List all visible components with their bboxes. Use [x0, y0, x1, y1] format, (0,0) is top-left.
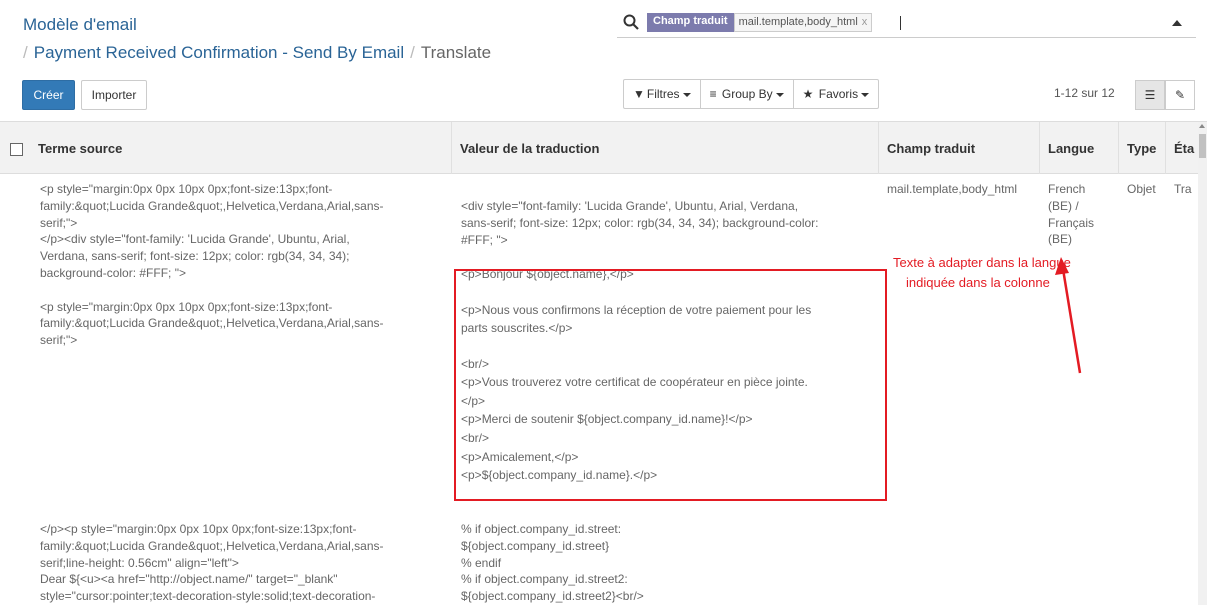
caret-down-icon	[861, 92, 870, 97]
scrollbar-thumb[interactable]	[1199, 134, 1206, 158]
search-options-toggle-icon[interactable]	[1172, 20, 1182, 26]
list-view-button[interactable]: ☰	[1135, 80, 1165, 110]
row1-field[interactable]: mail.template,body_html	[887, 181, 1037, 198]
column-field[interactable]: Champ traduit	[878, 122, 1039, 174]
source-line: serif;">	[40, 215, 78, 230]
source-line: Dear ${<u><a href="http://object.name/" …	[40, 572, 338, 587]
source-line: serif;line-height: 0.56cm" align="left">	[40, 555, 239, 570]
source-line: </p><p style="margin:0px 0px 10px 0px;fo…	[40, 522, 357, 536]
value-line: #FFF; ">	[461, 232, 508, 247]
search-input-cursor[interactable]	[900, 16, 901, 30]
source-line: serif;">	[40, 333, 78, 348]
caret-down-icon	[682, 92, 691, 97]
search-icon	[623, 14, 639, 30]
source-line	[40, 282, 440, 299]
value-line: % if object.company_id.street:	[461, 522, 622, 536]
form-view-button[interactable]: ✎	[1165, 80, 1195, 110]
source-line: style="cursor:pointer;text-decoration-st…	[40, 589, 376, 604]
import-button[interactable]: Importer	[81, 80, 147, 110]
value-line: ${object.company_id.street2}<br/>	[461, 589, 644, 604]
search-bar[interactable]: Champ traduit mail.template,body_html x	[617, 8, 1196, 38]
list-view-icon: ☰	[1144, 88, 1156, 102]
edit-icon: ✎	[1174, 88, 1186, 102]
pager-value[interactable]: 1-12 sur 12	[1054, 86, 1115, 100]
column-value[interactable]: Valeur de la traduction	[451, 122, 878, 174]
select-all-checkbox[interactable]	[10, 143, 23, 156]
annotation-line2: indiquée dans la colonne	[906, 275, 1050, 290]
value-line: sans-serif; font-size: 12px; color: rgb(…	[461, 215, 819, 230]
filters-dropdown[interactable]: ▼ Filtres	[624, 80, 701, 108]
search-facet: Champ traduit mail.template,body_html x	[647, 13, 873, 32]
breadcrumb-separator: /	[410, 43, 415, 62]
source-line: </p><div style="font-family: 'Lucida Gra…	[40, 232, 350, 247]
row1-source[interactable]: <p style="margin:0px 0px 10px 0px;font-s…	[40, 181, 440, 349]
star-icon: ★	[802, 87, 814, 101]
breadcrumb-record[interactable]: Payment Received Confirmation - Send By …	[34, 43, 404, 62]
facet-value: mail.template,body_html x	[733, 13, 873, 32]
table-header: Terme source Valeur de la traduction Cha…	[0, 122, 1200, 174]
lang-line: (BE) /	[1048, 198, 1079, 213]
value-line: ${object.company_id.street}	[461, 538, 610, 553]
column-source[interactable]: Terme source	[30, 122, 451, 174]
value-line	[461, 248, 876, 265]
source-line: Verdana, sans-serif; font-size: 12px; co…	[40, 249, 350, 264]
breadcrumb-separator: /	[23, 43, 28, 62]
caret-down-icon	[775, 92, 784, 97]
favorites-dropdown[interactable]: ★ Favoris	[794, 80, 878, 108]
breadcrumb-current: Translate	[420, 43, 492, 62]
row1-type[interactable]: Objet	[1127, 181, 1156, 198]
source-line: <p style="margin:0px 0px 10px 0px;font-s…	[40, 299, 333, 314]
source-line: family:&quot;Lucida Grande&quot;,Helveti…	[40, 198, 384, 213]
breadcrumb-root[interactable]: Modèle d'email	[23, 15, 137, 35]
row2-source[interactable]: </p><p style="margin:0px 0px 10px 0px;fo…	[40, 521, 440, 605]
value-line: <div style="font-family: 'Lucida Grande'…	[461, 199, 799, 213]
source-line: <p style="margin:0px 0px 10px 0px;font-s…	[40, 182, 333, 196]
scroll-up-icon[interactable]	[1199, 124, 1205, 128]
value-line: % if object.company_id.street2:	[461, 572, 628, 587]
group-by-dropdown[interactable]: ≡ Group By	[701, 80, 794, 108]
column-type[interactable]: Type	[1118, 122, 1165, 174]
highlight-box	[454, 269, 887, 501]
row2-value[interactable]: % if object.company_id.street: ${object.c…	[461, 521, 876, 605]
value-line: % endif	[461, 555, 502, 570]
lang-line: (BE)	[1048, 232, 1072, 247]
lang-line: Français	[1048, 215, 1095, 230]
facet-remove-button[interactable]: x	[862, 16, 868, 28]
list-icon: ≡	[709, 87, 717, 101]
column-state[interactable]: Éta	[1165, 122, 1200, 174]
facet-label: Champ traduit	[647, 13, 734, 32]
source-line: family:&quot;Lucida Grande&quot;,Helveti…	[40, 316, 384, 331]
breadcrumb: / Payment Received Confirmation - Send By…	[23, 43, 491, 63]
source-line: family:&quot;Lucida Grande&quot;,Helveti…	[40, 538, 384, 553]
create-button[interactable]: Créer	[22, 80, 75, 110]
column-lang[interactable]: Langue	[1039, 122, 1118, 174]
annotation-arrow	[1055, 257, 1082, 374]
row1-lang[interactable]: French (BE) / Français (BE)	[1048, 181, 1118, 248]
lang-line: French	[1048, 182, 1086, 196]
source-line: background-color: #FFF; ">	[40, 265, 186, 280]
row1-state[interactable]: Tra	[1174, 181, 1200, 198]
filter-icon: ▼	[633, 87, 645, 101]
search-options-bar: ▼ Filtres ≡ Group By ★ Favoris	[623, 79, 880, 109]
